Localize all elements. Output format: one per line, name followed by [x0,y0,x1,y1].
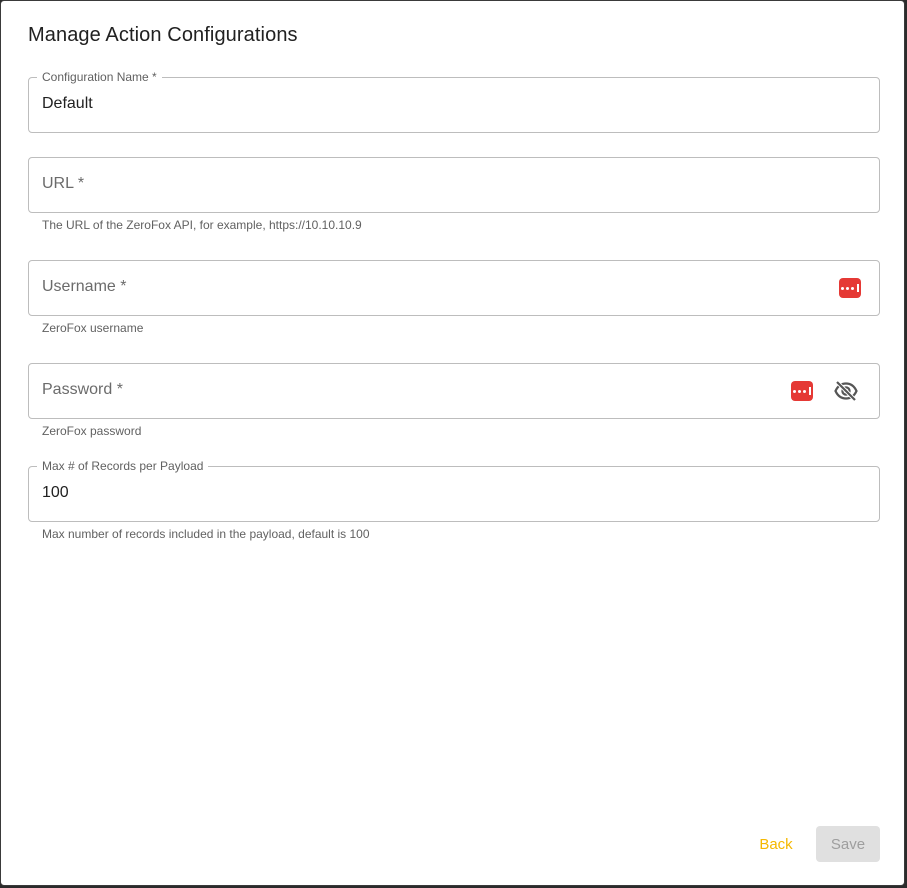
max-records-field[interactable]: Max # of Records per Payload 100 [28,459,880,522]
max-records-helper-text: Max number of records included in the pa… [42,527,370,541]
save-button[interactable]: Save [816,826,880,862]
configuration-name-value[interactable]: Default [42,95,93,113]
max-records-label: Max # of Records per Payload [37,459,209,473]
configuration-name-field[interactable]: Configuration Name * Default [28,70,880,133]
dialog-title: Manage Action Configurations [28,24,298,46]
password-field[interactable]: Password * [28,363,880,419]
username-helper-text: ZeroFox username [42,321,144,335]
url-field[interactable]: URL * [28,157,880,213]
back-button[interactable]: Back [746,826,806,862]
url-placeholder: URL * [42,175,85,192]
password-manager-icon[interactable] [791,381,813,401]
username-placeholder: Username * [42,278,127,295]
password-manager-icon[interactable] [839,278,861,298]
configuration-name-label: Configuration Name * [37,70,162,84]
eye-off-icon[interactable] [834,379,858,403]
password-placeholder: Password * [42,381,123,398]
username-field[interactable]: Username * [28,260,880,316]
manage-action-configurations-dialog: Manage Action Configurations Configurati… [0,0,905,886]
password-helper-text: ZeroFox password [42,424,142,438]
url-helper-text: The URL of the ZeroFox API, for example,… [42,218,362,232]
max-records-value[interactable]: 100 [42,484,69,502]
